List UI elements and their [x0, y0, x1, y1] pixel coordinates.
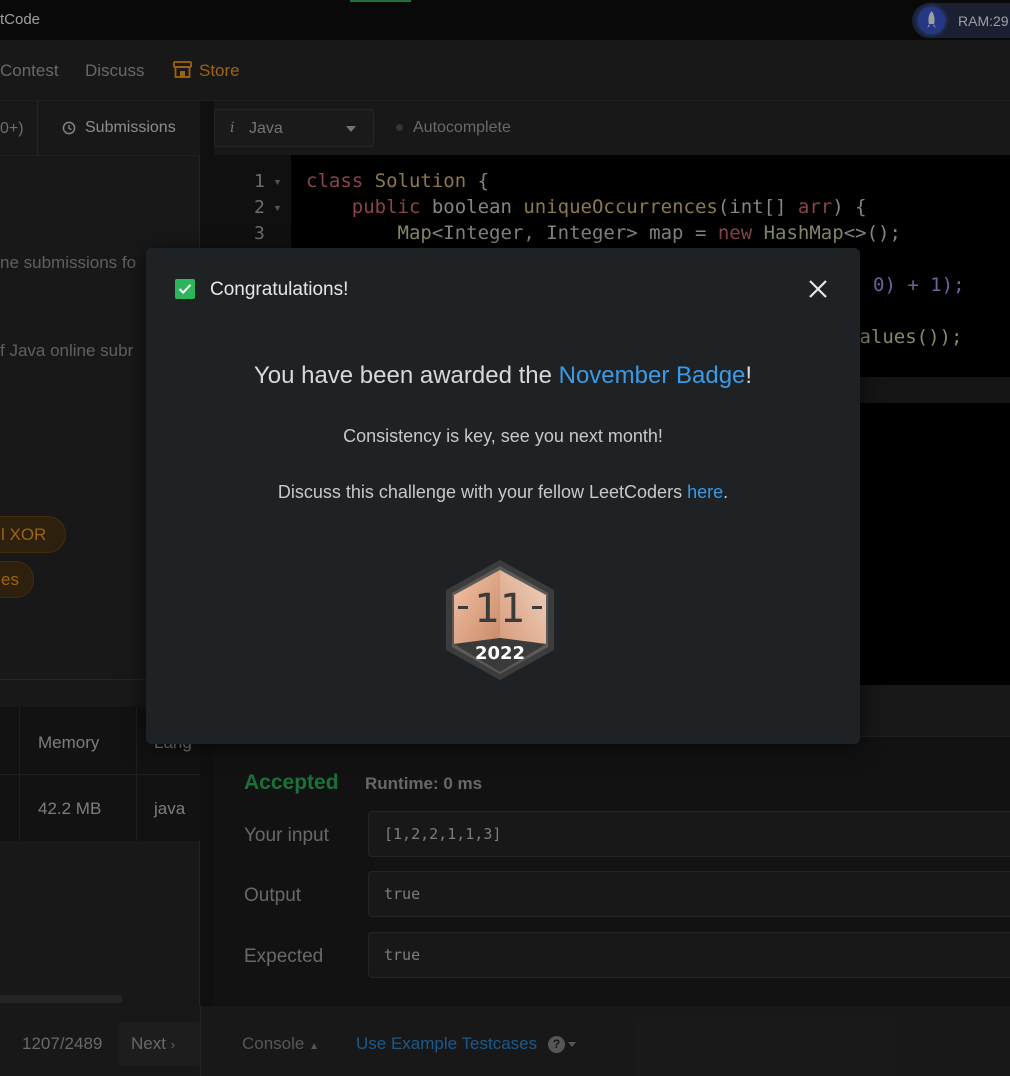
close-button[interactable] — [806, 277, 830, 301]
discuss-suffix: . — [723, 482, 729, 502]
dialog-header: Congratulations! — [146, 248, 860, 330]
badge-award-dialog: Congratulations! You have been awarded t… — [146, 248, 860, 744]
november-badge-icon: 11 2022 — [442, 558, 558, 682]
award-message: You have been awarded the November Badge… — [146, 362, 860, 390]
dialog-title: Congratulations! — [210, 279, 349, 300]
discuss-prefix: Discuss this challenge with your fellow … — [277, 482, 688, 502]
dialog-body: You have been awarded the November Badge… — [146, 330, 860, 744]
badge-month: 11 — [475, 586, 526, 632]
discuss-message: Discuss this challenge with your fellow … — [146, 482, 860, 503]
award-prefix: You have been awarded the — [253, 362, 559, 389]
close-icon — [809, 280, 827, 298]
award-suffix: ! — [745, 362, 753, 389]
badge-year: 2022 — [475, 643, 525, 664]
discuss-here-link[interactable]: here — [687, 482, 723, 502]
badge-name-link[interactable]: November Badge — [559, 362, 746, 389]
checkmark-icon — [175, 279, 195, 299]
consistency-message: Consistency is key, see you next month! — [343, 426, 663, 446]
